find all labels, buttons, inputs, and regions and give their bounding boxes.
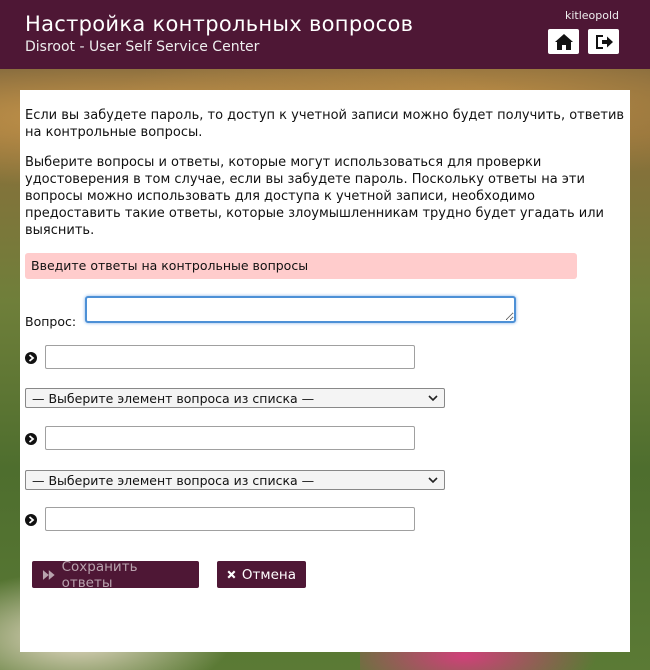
bullet-icon: [25, 514, 37, 526]
page-header: Настройка контрольных вопросов Disroot -…: [0, 0, 650, 69]
alert-message: Введите ответы на контрольные вопросы: [25, 253, 577, 279]
bullet-icon: [25, 433, 37, 445]
username-label: kitleopold: [564, 9, 619, 22]
home-button[interactable]: [548, 29, 579, 54]
question-label: Вопрос:: [25, 314, 77, 329]
question-select-3-label: — Выберите элемент вопроса из списка —: [32, 472, 315, 488]
content-panel: Если вы забудете пароль, то доступ к уче…: [20, 90, 630, 652]
instructions-paragraph: Выберите вопросы и ответы, которые могут…: [25, 155, 604, 238]
home-icon: [554, 33, 573, 50]
page-subtitle: Disroot - User Self Service Center: [25, 39, 260, 55]
save-answers-label: Сохранить ответы: [61, 558, 138, 591]
question-select-3[interactable]: — Выберите элемент вопроса из списка —: [25, 470, 445, 490]
answer-input-3[interactable]: [45, 507, 415, 531]
intro-paragraph: Если вы забудете пароль, то доступ к уче…: [25, 108, 625, 140]
answer-input-1[interactable]: [45, 345, 415, 369]
chevron-down-icon: [428, 477, 438, 484]
forward-icon: [42, 569, 55, 580]
page-title: Настройка контрольных вопросов: [25, 12, 414, 36]
question-select-2[interactable]: — Выберите элемент вопроса из списка —: [25, 388, 445, 408]
question-input[interactable]: [85, 296, 516, 323]
cancel-label: Отмена: [241, 566, 296, 583]
bullet-icon: [25, 352, 37, 364]
question-select-2-label: — Выберите элемент вопроса из списка —: [32, 390, 315, 406]
answer-input-2[interactable]: [45, 426, 415, 450]
logout-button[interactable]: [588, 29, 619, 54]
close-icon: [227, 570, 236, 579]
sign-out-icon: [595, 34, 613, 49]
cancel-button[interactable]: Отмена: [217, 561, 306, 588]
chevron-down-icon: [428, 395, 438, 402]
save-answers-button[interactable]: Сохранить ответы: [32, 558, 199, 591]
